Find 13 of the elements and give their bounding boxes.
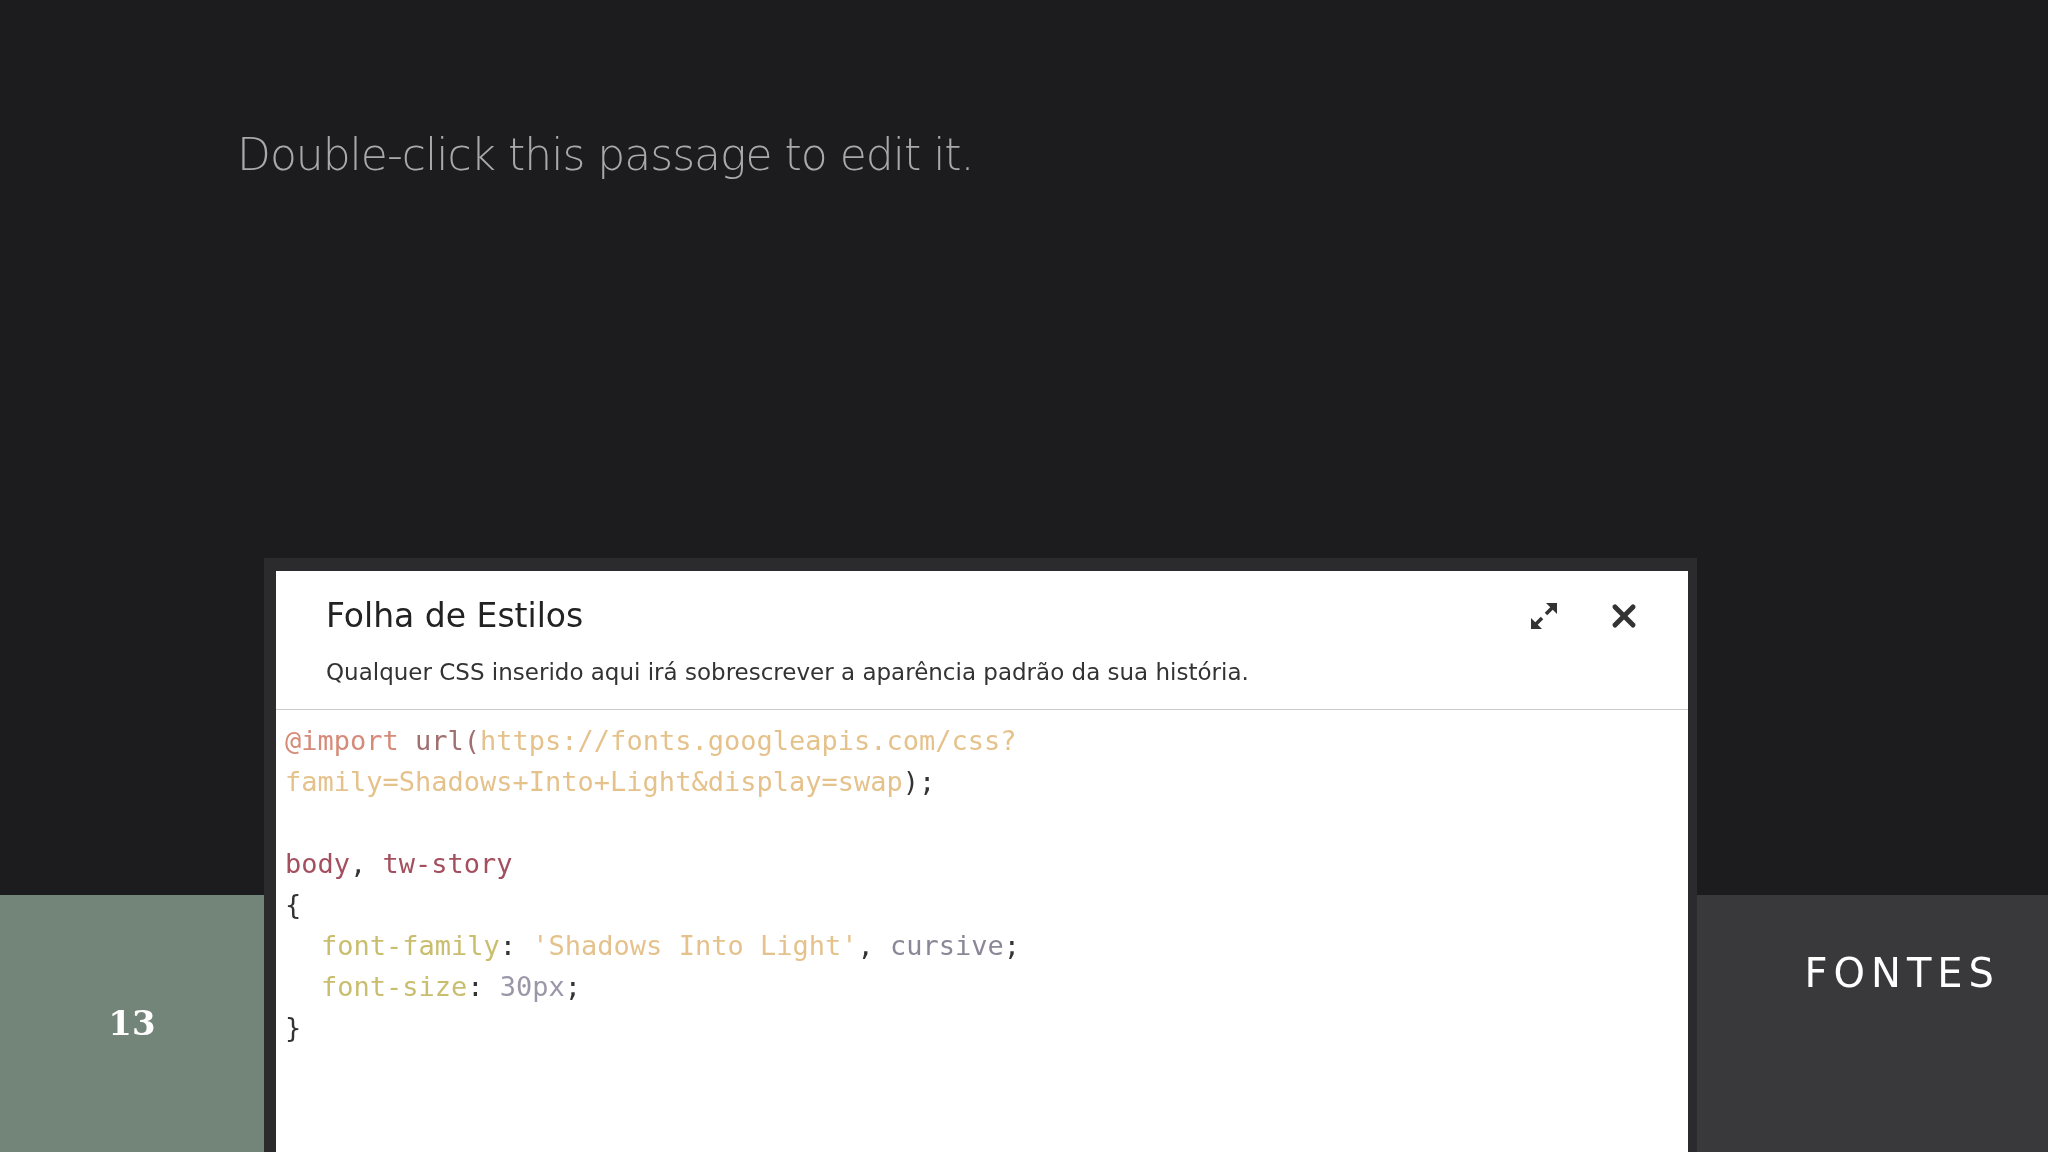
slide-number: 13	[108, 1002, 156, 1045]
code-line: body, tw-story	[285, 847, 513, 881]
passage-text: Double-click this passage to edit it.	[237, 129, 974, 180]
code-line: }	[285, 1011, 302, 1045]
code-line: @import url(https://fonts.googleapis.com/css?	[285, 724, 1017, 758]
code-line: {	[285, 888, 302, 922]
dialog-title: Folha de Estilos	[326, 595, 584, 637]
code-line: family=Shadows+Into+Light&display=swap);	[285, 765, 936, 799]
slide-title: FONTES	[1804, 949, 2000, 998]
code-editor[interactable]: @import url(https://fonts.googleapis.com/css? family=Shadows+Into+Light&display=swap); body, tw-story { font-family: 'Shadows Into Light', cursive; font-size: 30px; }	[276, 710, 1688, 1152]
code-line: font-size: 30px;	[321, 970, 582, 1004]
dialog-description: Qualquer CSS inserido aqui irá sobrescrever a aparência padrão da sua história.	[326, 657, 1250, 687]
code-line: font-family: 'Shadows Into Light', cursive;	[321, 929, 1020, 963]
